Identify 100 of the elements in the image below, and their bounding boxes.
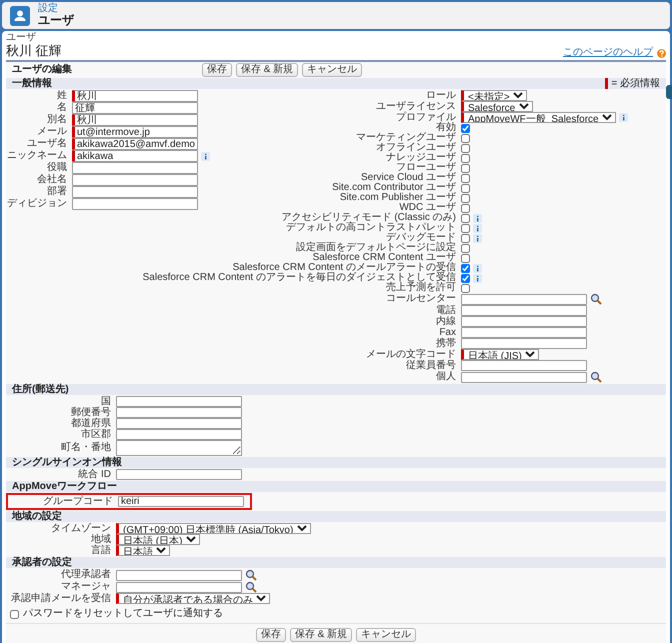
select-field[interactable]: (GMT+09:00) 日本標準時 (Asia/Tokyo)	[116, 523, 311, 534]
field-label: Site.com Contributor ユーザ	[332, 183, 457, 193]
record-type: ユーザ	[6, 33, 37, 43]
select-field[interactable]: 日本語	[116, 545, 170, 556]
cancel-button[interactable]: キャンセル	[302, 63, 362, 77]
checkbox[interactable]	[461, 204, 470, 212]
checkbox[interactable]	[461, 234, 470, 242]
input-field[interactable]	[461, 360, 587, 371]
field-label: 都道府県	[70, 418, 112, 428]
field-label: ユーザ名	[26, 139, 68, 149]
save-button[interactable]: 保存	[256, 628, 286, 642]
input-field[interactable]	[461, 327, 587, 338]
field-label: 部署	[46, 187, 68, 197]
field-label: 売上予測を許可	[386, 283, 457, 293]
field-label: 電話	[436, 306, 457, 316]
section-title: 住所(郵送先)	[12, 384, 69, 395]
input-field[interactable]	[72, 198, 198, 210]
input-field[interactable]: 秋川	[72, 90, 198, 102]
checkbox[interactable]	[461, 254, 470, 262]
input-field[interactable]	[72, 174, 198, 186]
field-label: 別名	[46, 115, 68, 125]
field-label: 承認申請メールを受信	[10, 594, 112, 604]
field-label: マーケティングユーザ	[356, 133, 457, 143]
input-field[interactable]	[116, 429, 242, 440]
input-field[interactable]	[72, 162, 198, 174]
input-field[interactable]: akikawa	[72, 150, 198, 162]
section-title: 一般情報	[12, 78, 52, 89]
field-label: Site.com Publisher ユーザ	[340, 193, 457, 203]
side-panel-tab[interactable]	[666, 85, 672, 99]
field-label: 個人	[436, 372, 457, 382]
checkbox[interactable]	[461, 154, 470, 162]
input-field[interactable]: ut@intermove.jp	[72, 126, 198, 138]
input-field[interactable]	[116, 469, 242, 480]
checkbox[interactable]	[461, 164, 470, 172]
input-field[interactable]: 征輝	[72, 102, 198, 114]
section-title: AppMoveワークフロー	[12, 481, 117, 492]
field-label: 従業員番号	[406, 360, 457, 370]
field-label: 役職	[46, 163, 68, 173]
checkbox[interactable]	[461, 224, 470, 232]
input-field[interactable]	[461, 316, 587, 327]
checkbox[interactable]	[461, 274, 470, 282]
select-field[interactable]: AppMoveWF一般_Salesforce	[461, 112, 616, 123]
checkbox[interactable]	[461, 214, 470, 222]
input-field[interactable]	[116, 570, 242, 580]
input-field[interactable]	[461, 372, 587, 382]
save-new-button[interactable]: 保存 & 新規	[236, 63, 298, 77]
checkbox[interactable]	[461, 264, 470, 272]
select-field[interactable]: Salesforce	[461, 101, 533, 112]
field-label: ユーザライセンス	[376, 102, 457, 112]
section-title: 地域の設定	[12, 511, 62, 522]
checkbox[interactable]	[461, 144, 470, 152]
checkbox[interactable]	[10, 610, 19, 618]
checkbox[interactable]	[461, 124, 470, 132]
input-field[interactable]	[72, 186, 198, 198]
field-label: 内線	[436, 316, 457, 326]
field-label: 町名・番地	[60, 443, 112, 453]
field-label: デバッグモード	[386, 233, 457, 243]
save-button[interactable]: 保存	[202, 63, 232, 77]
select-field[interactable]: 自分が承認者である場合のみ	[116, 593, 270, 604]
text-area[interactable]	[116, 440, 242, 456]
checkbox[interactable]	[461, 194, 470, 202]
breadcrumb-link[interactable]: 設定	[38, 4, 74, 14]
checkbox[interactable]	[461, 284, 470, 292]
input-field[interactable]	[116, 396, 242, 407]
field-label: ロール	[426, 90, 457, 100]
input-field[interactable]	[116, 418, 242, 429]
save-new-button[interactable]: 保存 & 新規	[290, 628, 352, 642]
search-icon[interactable]	[590, 293, 602, 305]
input-field[interactable]: akikawa2015@amvf.demo	[72, 138, 198, 150]
checkbox[interactable]	[461, 134, 470, 142]
required-legend: = 必須情報	[605, 78, 660, 89]
input-field[interactable]	[461, 338, 587, 349]
select-field[interactable]: 日本語 (JIS)	[461, 349, 539, 360]
search-icon[interactable]	[245, 581, 257, 593]
field-label: 携帯	[436, 338, 457, 348]
user-icon	[10, 6, 30, 26]
checkbox[interactable]	[461, 244, 470, 252]
cancel-button[interactable]: キャンセル	[356, 628, 416, 642]
select-field[interactable]: <未指定>	[461, 90, 527, 101]
input-field[interactable]	[461, 305, 587, 316]
input-field[interactable]	[116, 582, 242, 592]
edit-title: ユーザの編集	[12, 65, 73, 75]
input-field[interactable]: 秋川	[72, 114, 198, 126]
input-field[interactable]	[461, 294, 587, 304]
page-title: ユーザ	[38, 14, 74, 27]
input-field[interactable]	[116, 407, 242, 418]
field-label: 郵便番号	[70, 408, 112, 418]
select-field[interactable]: 日本語 (日本)	[116, 534, 200, 545]
section-title: シングルサインオン情報	[12, 457, 122, 468]
field-label: 市区郡	[80, 430, 112, 440]
help-link[interactable]: このページのヘルプ	[563, 48, 653, 58]
field-label: Salesforce CRM Content ユーザ	[312, 253, 457, 263]
input-field[interactable]: keiri	[118, 496, 244, 507]
search-icon[interactable]	[245, 569, 257, 581]
field-label: 会社名	[36, 175, 68, 185]
checkbox[interactable]	[461, 174, 470, 182]
checkbox[interactable]	[461, 184, 470, 192]
search-icon[interactable]	[590, 371, 602, 383]
field-label: タイムゾーン	[50, 524, 112, 534]
field-label: フローユーザ	[396, 163, 457, 173]
